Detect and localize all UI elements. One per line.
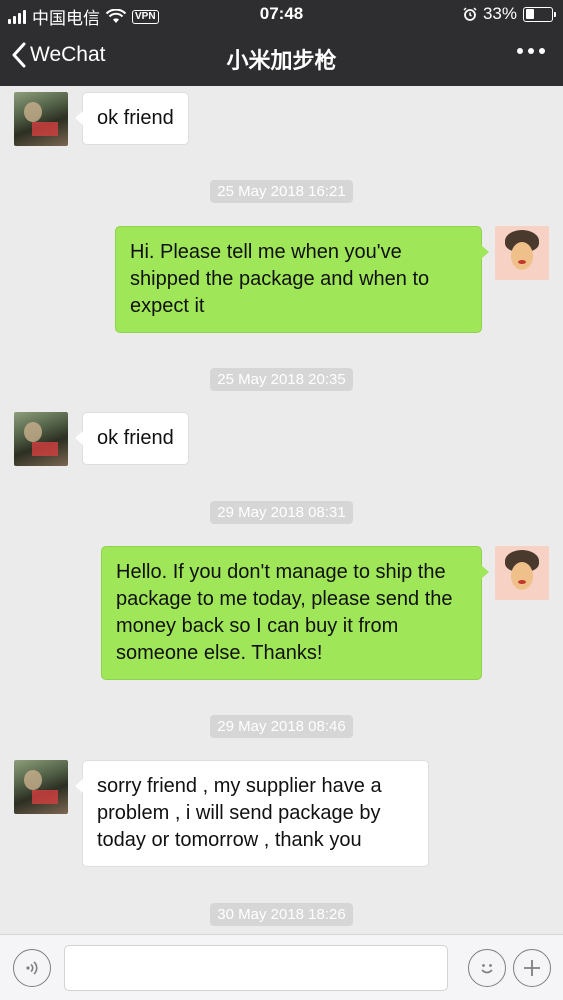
alarm-icon	[463, 7, 477, 21]
emoji-icon	[481, 964, 493, 974]
my-avatar[interactable]	[495, 546, 549, 600]
nav-bar: WeChat 小米加步枪	[0, 30, 563, 86]
plus-icon	[524, 960, 540, 976]
message-input[interactable]	[64, 945, 448, 991]
friend-avatar[interactable]	[14, 760, 68, 814]
message-bubble-friend[interactable]: ok friend	[75, 92, 189, 145]
battery-percent: 33%	[482, 4, 517, 23]
my-avatar[interactable]	[495, 226, 549, 280]
more-button[interactable]	[517, 48, 545, 54]
message-bubble-friend[interactable]: ok friend	[75, 412, 189, 465]
input-bar	[0, 934, 563, 1000]
timestamp: 25 May 2018 16:21	[0, 180, 563, 203]
friend-avatar[interactable]	[14, 92, 68, 146]
timestamp: 29 May 2018 08:46	[0, 715, 563, 738]
voice-icon	[26, 961, 38, 975]
more-icon	[517, 48, 523, 54]
battery-icon	[523, 6, 556, 22]
chat-title: 小米加步枪	[226, 48, 337, 73]
friend-avatar[interactable]	[14, 412, 68, 466]
message-bubble-me[interactable]: Hi. Please tell me when you've shipped t…	[115, 226, 489, 333]
timestamp: 25 May 2018 20:35	[0, 368, 563, 391]
chat-area[interactable]: ok friend 25 May 2018 16:21 Hi. Please t…	[0, 86, 563, 934]
message-bubble-friend[interactable]: sorry friend , my supplier have a proble…	[75, 760, 429, 867]
plus-button[interactable]	[513, 949, 551, 987]
timestamp: 30 May 2018 18:26	[0, 903, 563, 926]
timestamp: 29 May 2018 08:31	[0, 501, 563, 524]
status-bar: 中国电信 VPN 07:48 33%	[0, 0, 563, 30]
emoji-button[interactable]	[468, 949, 506, 987]
voice-button[interactable]	[13, 949, 51, 987]
message-bubble-me[interactable]: Hello. If you don't manage to ship the p…	[101, 546, 489, 680]
